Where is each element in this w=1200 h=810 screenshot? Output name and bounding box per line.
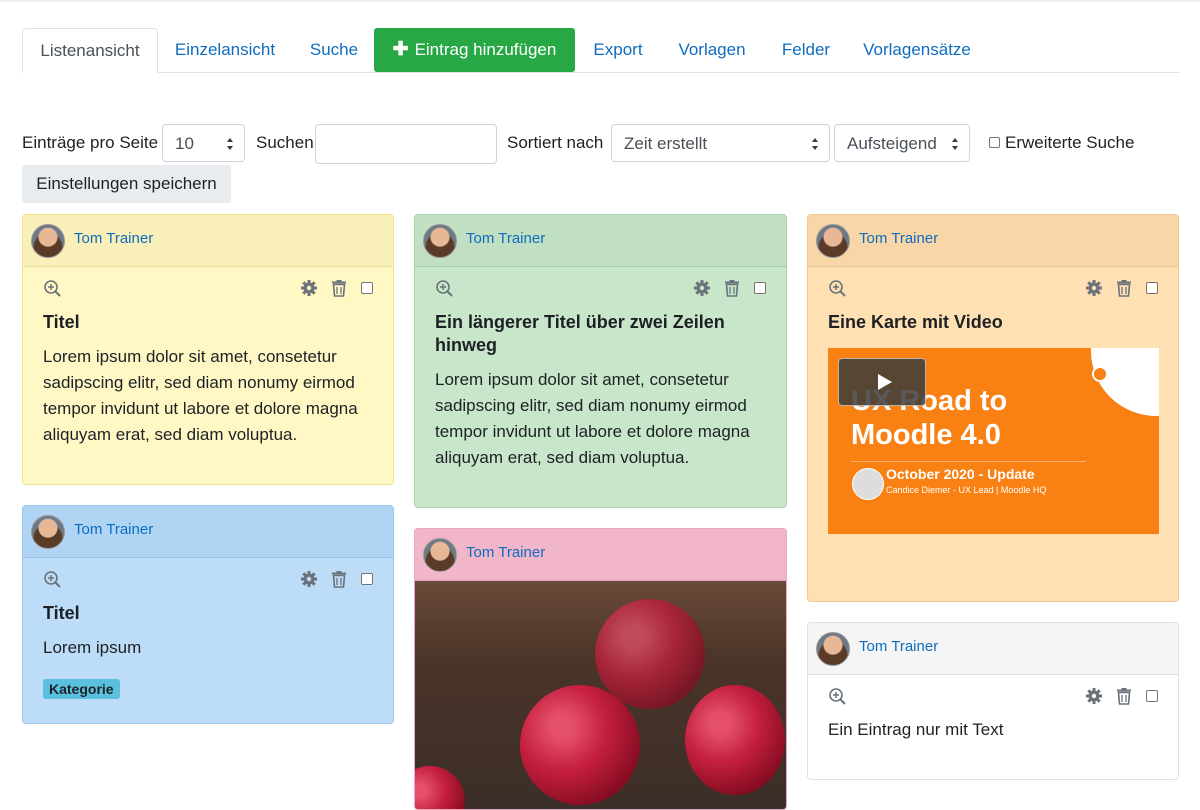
video-subtitle: October 2020 - Update (886, 466, 1035, 482)
author-link[interactable]: Tom Trainer (466, 544, 545, 561)
trash-icon[interactable] (330, 279, 348, 297)
avatar[interactable] (816, 224, 850, 258)
select-checkbox[interactable] (1146, 690, 1158, 702)
tab-export[interactable]: Export (583, 28, 653, 71)
gear-icon[interactable] (1085, 687, 1103, 705)
entry-card: Tom Trainer Ein Eintrag nur mit Text (807, 622, 1179, 780)
plus-icon: ✚ (392, 39, 409, 60)
author-link[interactable]: Tom Trainer (74, 230, 153, 247)
sort-label: Sortiert nach (507, 133, 604, 152)
select-arrows-icon (952, 138, 959, 150)
video-byline: Candice Diemer - UX Lead | Moodle HQ (886, 485, 1047, 495)
add-entry-label: Eintrag hinzufügen (414, 40, 557, 59)
video-embed[interactable]: UX Road to Moodle 4.0 October 2020 - Upd… (828, 348, 1159, 534)
zoom-in-icon[interactable] (828, 279, 846, 297)
per-page-select[interactable]: 10 (162, 124, 245, 162)
select-checkbox[interactable] (1146, 282, 1158, 294)
sort-order-select[interactable]: Aufsteigend (834, 124, 970, 162)
tab-suche[interactable]: Suche (299, 28, 369, 71)
tab-bar: Listenansicht Einzelansicht Suche ✚ Eintr… (22, 28, 1180, 73)
avatar[interactable] (31, 224, 65, 258)
sort-field-value: Zeit erstellt (624, 134, 708, 153)
play-button[interactable] (838, 358, 926, 406)
card-text: Lorem ipsum (43, 638, 142, 657)
card-header: Tom Trainer (415, 215, 786, 267)
trash-icon[interactable] (330, 570, 348, 588)
select-checkbox[interactable] (754, 282, 766, 294)
zoom-in-icon[interactable] (435, 279, 453, 297)
entry-card: Tom Trainer Titel Lorem ipsum Kategorie (22, 505, 394, 724)
select-arrows-icon (812, 138, 819, 150)
advanced-search-checkbox[interactable] (989, 137, 1000, 148)
zoom-in-icon[interactable] (828, 687, 846, 705)
author-link[interactable]: Tom Trainer (74, 521, 153, 538)
tab-vorlagensaetze[interactable]: Vorlagensätze (858, 28, 976, 71)
avatar[interactable] (423, 538, 457, 572)
avatar[interactable] (816, 632, 850, 666)
per-page-value: 10 (175, 134, 194, 153)
entry-card: Tom Trainer Ein längerer Titel über zwei… (414, 214, 787, 508)
card-text: Lorem ipsum dolor sit amet, consetetur s… (43, 347, 358, 444)
select-checkbox[interactable] (361, 573, 373, 585)
trash-icon[interactable] (723, 279, 741, 297)
card-title: Ein längerer Titel über zwei Zeilen hinw… (435, 312, 725, 355)
video-decoration-dot (1092, 366, 1108, 382)
entry-card: Tom Trainer Titel Lorem ipsum dolor sit … (22, 214, 394, 485)
card-title: Eine Karte mit Video (828, 312, 1003, 332)
tab-listenansicht[interactable]: Listenansicht (22, 28, 158, 73)
author-link[interactable]: Tom Trainer (859, 638, 938, 655)
author-link[interactable]: Tom Trainer (859, 230, 938, 247)
zoom-in-icon[interactable] (43, 279, 61, 297)
search-label: Suchen (256, 133, 314, 152)
presenter-avatar (852, 468, 884, 500)
avatar[interactable] (31, 515, 65, 549)
tab-einzelansicht[interactable]: Einzelansicht (165, 28, 285, 71)
card-header: Tom Trainer (808, 623, 1178, 675)
select-checkbox[interactable] (361, 282, 373, 294)
gear-icon[interactable] (300, 570, 318, 588)
raspberries-image (415, 581, 786, 809)
add-entry-button[interactable]: ✚ Eintrag hinzufügen (374, 28, 575, 72)
search-input[interactable] (315, 124, 497, 164)
advanced-search-label[interactable]: Erweiterte Suche (1005, 133, 1134, 153)
gear-icon[interactable] (1085, 279, 1103, 297)
card-title: Titel (43, 312, 80, 332)
author-link[interactable]: Tom Trainer (466, 230, 545, 247)
gear-icon[interactable] (300, 279, 318, 297)
category-badge: Kategorie (43, 679, 120, 699)
card-header: Tom Trainer (23, 506, 393, 558)
sort-field-select[interactable]: Zeit erstellt (611, 124, 830, 162)
tab-felder[interactable]: Felder (771, 28, 841, 71)
card-header: Tom Trainer (23, 215, 393, 267)
top-border (0, 0, 1200, 2)
card-title: Titel (43, 603, 80, 623)
card-text: Lorem ipsum dolor sit amet, consetetur s… (435, 370, 750, 467)
avatar[interactable] (423, 224, 457, 258)
video-divider (851, 461, 1086, 462)
tab-vorlagen[interactable]: Vorlagen (670, 28, 754, 71)
video-title-line2: Moodle 4.0 (851, 419, 1001, 451)
sort-order-value: Aufsteigend (847, 134, 937, 153)
save-settings-button[interactable]: Einstellungen speichern (22, 165, 231, 203)
card-header: Tom Trainer (808, 215, 1178, 267)
video-decoration (1091, 348, 1159, 416)
entry-card: Tom Trainer (414, 528, 787, 810)
trash-icon[interactable] (1115, 279, 1133, 297)
per-page-label: Einträge pro Seite (22, 133, 159, 152)
card-header: Tom Trainer (415, 529, 786, 581)
zoom-in-icon[interactable] (43, 570, 61, 588)
gear-icon[interactable] (693, 279, 711, 297)
trash-icon[interactable] (1115, 687, 1133, 705)
card-text: Ein Eintrag nur mit Text (828, 720, 1004, 739)
select-arrows-icon (227, 138, 234, 150)
entry-card: Tom Trainer Eine Karte mit Video UX Road… (807, 214, 1179, 602)
